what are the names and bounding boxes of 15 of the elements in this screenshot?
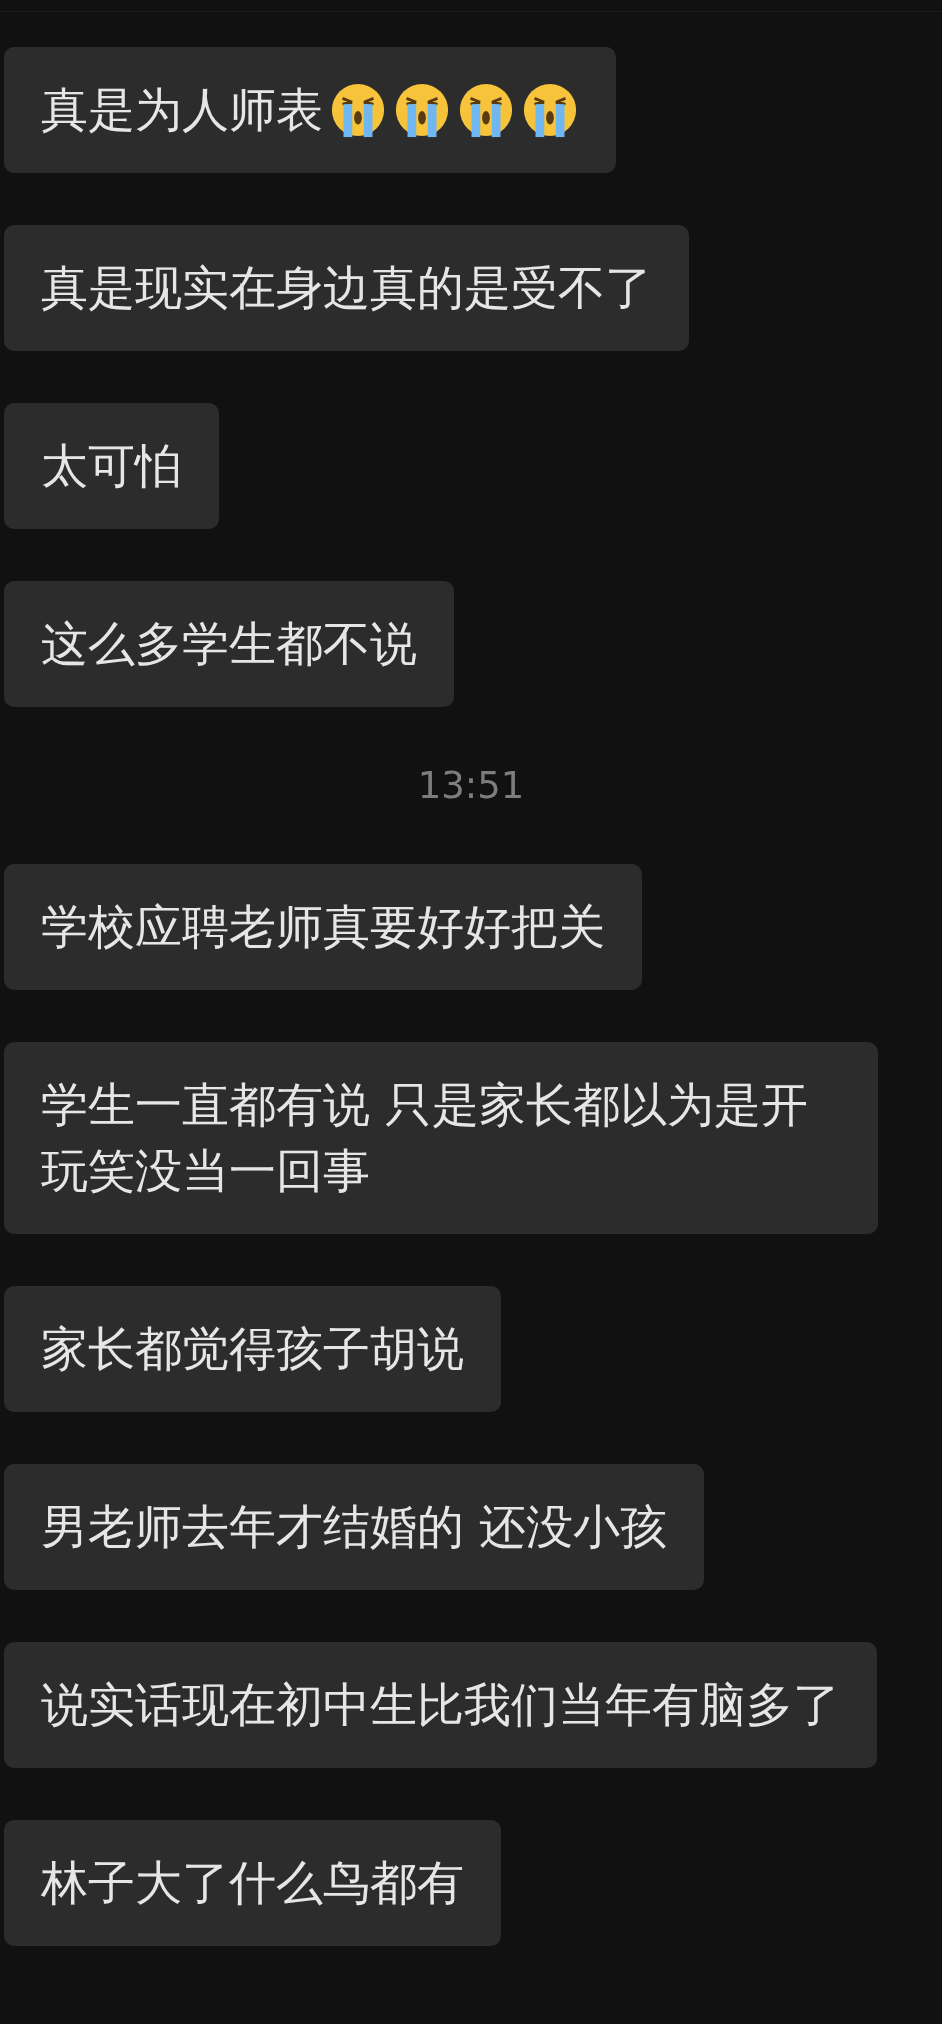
message-text: 真是现实在身边真的是受不了	[41, 259, 652, 317]
crying-face-icon	[457, 81, 515, 139]
message-text: 学校应聘老师真要好好把关	[41, 898, 605, 956]
timestamp: 13:51	[417, 764, 525, 807]
crying-face-icon	[521, 81, 579, 139]
message-text: 家长都觉得孩子胡说	[41, 1320, 464, 1378]
crying-face-icon	[329, 81, 387, 139]
message-text: 太可怕	[41, 437, 182, 495]
message-text: 林子大了什么鸟都有	[41, 1854, 464, 1912]
message-text: 学生一直都有说 只是家长都以为是开玩笑没当一回事	[41, 1076, 809, 1200]
message-text: 说实话现在初中生比我们当年有脑多了	[41, 1676, 840, 1734]
message-text: 真是为人师表	[41, 81, 323, 139]
crying-face-icon	[393, 81, 451, 139]
message-text: 这么多学生都不说	[41, 615, 417, 673]
message-text: 男老师去年才结婚的 还没小孩	[41, 1498, 667, 1556]
